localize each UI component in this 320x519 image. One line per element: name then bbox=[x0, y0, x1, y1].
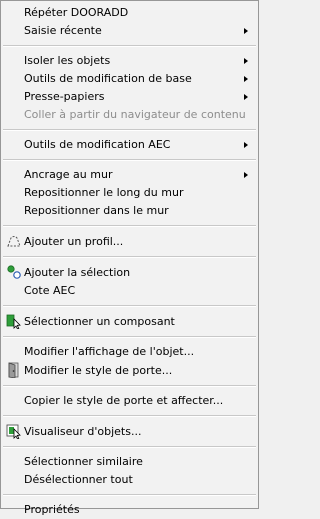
submenu-arrow-icon bbox=[244, 58, 248, 64]
menu-item-wall-anchor[interactable]: Ancrage au mur bbox=[3, 166, 256, 184]
menu-item-label: Copier le style de porte et affecter... bbox=[24, 394, 224, 407]
menu-item-aec-dimension[interactable]: Cote AEC bbox=[3, 282, 256, 300]
add-selection-icon bbox=[6, 264, 22, 280]
menu-separator bbox=[3, 415, 256, 417]
menu-separator bbox=[3, 129, 256, 131]
menu-item-reposition-within-wall[interactable]: Repositionner dans le mur bbox=[3, 202, 256, 220]
menu-item-add-profile[interactable]: Ajouter un profil... bbox=[3, 232, 256, 251]
menu-item-label: Ancrage au mur bbox=[24, 168, 113, 181]
menu-separator bbox=[3, 45, 256, 47]
menu-item-repeat-dooradd[interactable]: Répéter DOORADD bbox=[3, 4, 256, 22]
menu-item-recent-input[interactable]: Saisie récente bbox=[3, 22, 256, 40]
submenu-arrow-icon bbox=[244, 172, 248, 178]
menu-item-select-component[interactable]: Sélectionner un composant bbox=[3, 312, 256, 331]
menu-item-reposition-along-wall[interactable]: Repositionner le long du mur bbox=[3, 184, 256, 202]
menu-separator bbox=[3, 385, 256, 387]
menu-item-label: Sélectionner un composant bbox=[24, 315, 175, 328]
menu-item-edit-door-style[interactable]: Modifier le style de porte... bbox=[3, 361, 256, 380]
menu-item-label: Presse-papiers bbox=[24, 90, 105, 103]
menu-separator bbox=[3, 446, 256, 448]
menu-item-label: Cote AEC bbox=[24, 284, 76, 297]
menu-item-label: Sélectionner similaire bbox=[24, 455, 143, 468]
menu-item-label: Outils de modification AEC bbox=[24, 138, 171, 151]
menu-item-paste-from-content-browser: Coller à partir du navigateur de contenu bbox=[3, 106, 256, 124]
menu-separator bbox=[3, 256, 256, 258]
menu-item-label: Répéter DOORADD bbox=[24, 6, 129, 19]
menu-item-label: Désélectionner tout bbox=[24, 473, 133, 486]
menu-item-label: Modifier l'affichage de l'objet... bbox=[24, 345, 195, 358]
menu-item-label: Isoler les objets bbox=[24, 54, 111, 67]
menu-item-label: Saisie récente bbox=[24, 24, 102, 37]
menu-item-label: Modifier le style de porte... bbox=[24, 364, 173, 377]
menu-item-aec-modify-tools[interactable]: Outils de modification AEC bbox=[3, 136, 256, 154]
context-menu: Répéter DOORADD Saisie récente Isoler le… bbox=[0, 0, 259, 516]
menu-item-isolate-objects[interactable]: Isoler les objets bbox=[3, 52, 256, 70]
menu-item-object-viewer[interactable]: Visualiseur d'objets... bbox=[3, 422, 256, 441]
menu-item-properties[interactable]: Propriétés bbox=[3, 501, 256, 519]
menu-separator bbox=[3, 305, 256, 307]
menu-item-basic-modify-tools[interactable]: Outils de modification de base bbox=[3, 70, 256, 88]
menu-item-copy-door-style-assign[interactable]: Copier le style de porte et affecter... bbox=[3, 392, 256, 410]
menu-item-edit-object-display[interactable]: Modifier l'affichage de l'objet... bbox=[3, 343, 256, 361]
menu-separator bbox=[3, 225, 256, 227]
menu-item-label: Propriétés bbox=[24, 503, 80, 516]
menu-separator bbox=[3, 336, 256, 338]
door-style-icon bbox=[6, 362, 22, 379]
menu-item-label: Visualiseur d'objets... bbox=[24, 425, 142, 438]
menu-separator bbox=[3, 494, 256, 496]
menu-item-select-similar[interactable]: Sélectionner similaire bbox=[3, 453, 256, 471]
menu-separator bbox=[3, 159, 256, 161]
menu-item-add-selection[interactable]: Ajouter la sélection bbox=[3, 263, 256, 282]
submenu-arrow-icon bbox=[244, 94, 248, 100]
select-component-icon bbox=[6, 313, 22, 330]
menu-item-clipboard[interactable]: Presse-papiers bbox=[3, 88, 256, 106]
menu-item-label: Outils de modification de base bbox=[24, 72, 192, 85]
menu-item-label: Ajouter la sélection bbox=[24, 266, 131, 279]
menu-item-label: Coller à partir du navigateur de contenu bbox=[24, 108, 246, 121]
menu-item-label: Repositionner le long du mur bbox=[24, 186, 184, 199]
submenu-arrow-icon bbox=[244, 28, 248, 34]
menu-item-deselect-all[interactable]: Désélectionner tout bbox=[3, 471, 256, 489]
submenu-arrow-icon bbox=[244, 142, 248, 148]
submenu-arrow-icon bbox=[244, 76, 248, 82]
menu-item-label: Ajouter un profil... bbox=[24, 235, 124, 248]
menu-item-label: Repositionner dans le mur bbox=[24, 204, 169, 217]
profile-dashed-icon bbox=[6, 233, 22, 249]
object-viewer-icon bbox=[6, 423, 22, 440]
